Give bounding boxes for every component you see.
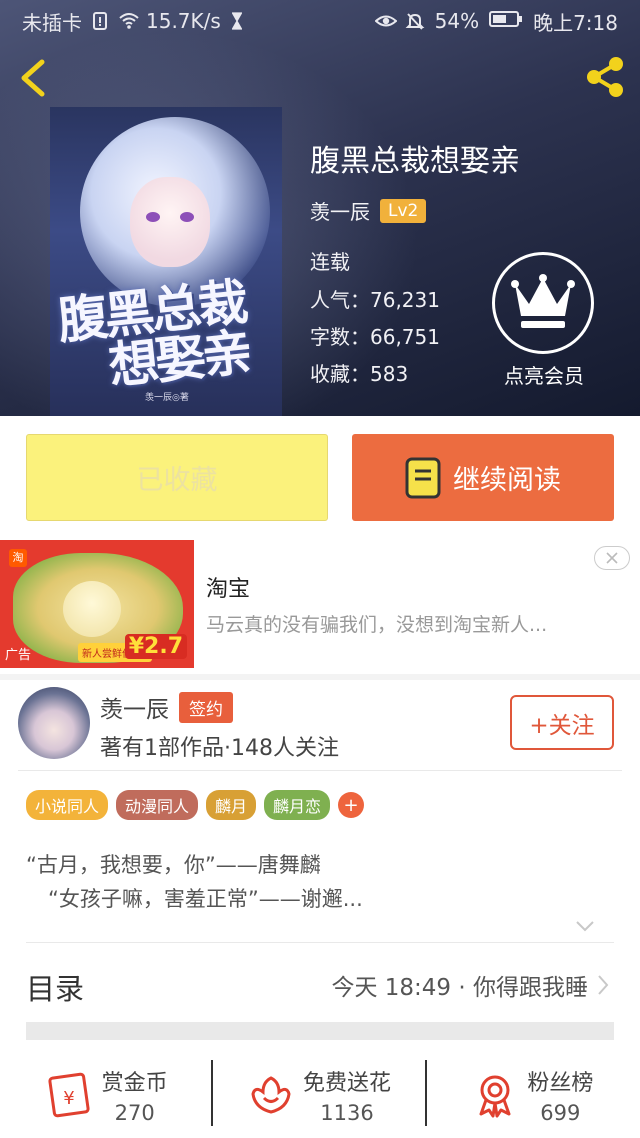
- flower-count: 1136: [320, 1101, 374, 1125]
- flower-icon: [251, 1076, 291, 1114]
- ad-price: ¥2.7: [124, 634, 187, 659]
- continue-reading-button[interactable]: 继续阅读: [352, 434, 614, 521]
- book-popularity: 人气：76,231: [310, 288, 440, 312]
- eye-icon: [374, 11, 398, 31]
- author-stats: 著有1部作品·148人关注: [100, 736, 339, 761]
- status-bar: 未插卡 15.7K/s 54% 晚上7:18: [0, 0, 640, 42]
- vip-ring: [492, 252, 594, 354]
- collected-label: 已收藏: [136, 465, 218, 496]
- share-icon: [587, 57, 623, 97]
- clock-time: 晚上7:18: [533, 10, 618, 35]
- book-title: 腹黑总裁想娶亲: [310, 144, 520, 179]
- reward-coins-button[interactable]: ¥ 赏金币 270: [0, 1052, 214, 1138]
- cover-author: 羡一辰◎著: [145, 393, 189, 403]
- synopsis-line-2: “女孩子嘛，害羞正常”——谢邂...: [48, 887, 363, 911]
- close-icon: [606, 552, 618, 564]
- battery-percent: 54%: [434, 9, 480, 33]
- book-header: 未插卡 15.7K/s 54% 晚上7:18 腹黑总裁 想娶亲 羡一辰◎著 腹黑…: [0, 0, 640, 416]
- ad-description: 马云真的没有骗我们，没想到淘宝新人...: [206, 614, 548, 636]
- chevron-right-icon: [598, 975, 609, 995]
- book-cover[interactable]: 腹黑总裁 想娶亲 羡一辰◎著: [50, 107, 282, 416]
- fan-rank-label: 粉丝榜: [527, 1071, 594, 1096]
- signed-badge: 签约: [179, 691, 233, 723]
- fan-ranking-button[interactable]: 粉丝榜 699: [427, 1052, 640, 1138]
- durian-flesh: [63, 581, 121, 637]
- chevron-left-icon: [21, 59, 45, 97]
- mute-bell-icon: [405, 11, 425, 31]
- ad-banner[interactable]: 淘 新人尝鲜价5斤 ¥2.7 广告 淘宝 马云真的没有骗我们，没想到淘宝新人..…: [0, 538, 640, 674]
- book-author-name[interactable]: 羡一辰: [310, 196, 370, 225]
- tag-list: 小说同人 动漫同人 麟月 麟月恋 +: [26, 790, 365, 820]
- ad-title: 淘宝: [206, 577, 251, 602]
- share-button[interactable]: [582, 54, 628, 100]
- tag-chip[interactable]: 小说同人: [26, 790, 109, 820]
- author-name[interactable]: 羡一辰: [100, 690, 169, 724]
- toc-title[interactable]: 目录: [26, 966, 84, 1008]
- taobao-mark-icon: 淘: [9, 549, 27, 567]
- fan-rank-count: 699: [540, 1101, 581, 1125]
- book-favorites: 收藏：583: [310, 362, 409, 386]
- network-speed: 15.7K/s: [146, 9, 221, 33]
- flower-label: 免费送花: [302, 1071, 391, 1096]
- continue-reading-label: 继续阅读: [453, 465, 561, 496]
- toc-latest-chapter[interactable]: 今天 18:49 · 你得跟我睡: [331, 968, 610, 1002]
- book-status: 连载: [310, 250, 350, 274]
- cover-title-art: 腹黑总裁 想娶亲: [55, 272, 282, 396]
- follow-button[interactable]: +关注: [510, 695, 614, 750]
- divider: [26, 942, 614, 943]
- synopsis-line-1: “古月，我想要，你”——唐舞麟: [26, 853, 321, 877]
- add-tag-button[interactable]: +: [338, 792, 365, 818]
- reward-label: 赏金币: [101, 1071, 168, 1096]
- author-info: 羡一辰 签约: [100, 690, 233, 724]
- book-word-count: 字数：66,751: [310, 325, 440, 349]
- sim-icon: [90, 11, 110, 31]
- book-synopsis[interactable]: “古月，我想要，你”——唐舞麟 “女孩子嘛，害羞正常”——谢邂...: [26, 848, 363, 916]
- svg-text:¥: ¥: [63, 1088, 74, 1109]
- divider: [18, 770, 622, 771]
- section-divider: [0, 674, 640, 680]
- coin-envelope-icon: ¥: [48, 1072, 90, 1118]
- back-button[interactable]: [14, 58, 54, 98]
- cover-eye-left: [146, 212, 160, 222]
- crown-icon: [511, 274, 575, 328]
- carrier-text: 未插卡: [22, 10, 82, 35]
- ad-image[interactable]: 淘 新人尝鲜价5斤 ¥2.7 广告: [0, 540, 194, 668]
- follow-label: +关注: [529, 712, 595, 739]
- tag-chip[interactable]: 麟月恋: [264, 790, 331, 820]
- tag-chip[interactable]: 麟月: [206, 790, 257, 820]
- vip-button[interactable]: 点亮会员: [492, 252, 596, 389]
- ad-close-button[interactable]: [594, 546, 630, 570]
- ad-tag: 广告: [5, 648, 32, 663]
- book-icon: [405, 457, 441, 498]
- cover-character-face: [130, 177, 210, 267]
- chevron-down-icon: [576, 921, 594, 932]
- bottom-action-bar: ¥ 赏金币 270 免费送花 1136 粉丝榜 699: [0, 1052, 640, 1138]
- section-divider: [26, 1022, 614, 1040]
- vip-label: 点亮会员: [504, 364, 584, 388]
- send-flower-button[interactable]: 免费送花 1136: [213, 1052, 427, 1138]
- hourglass-icon: [229, 11, 249, 31]
- wifi-icon: [118, 11, 139, 31]
- battery-icon: [489, 9, 523, 33]
- reward-count: 270: [114, 1101, 155, 1125]
- expand-button[interactable]: [574, 915, 596, 937]
- author-level-badge: Lv2: [380, 198, 427, 223]
- book-author-line: 羡一辰 Lv2: [310, 196, 427, 225]
- avatar[interactable]: [18, 687, 90, 759]
- collected-button[interactable]: 已收藏: [26, 434, 328, 521]
- cover-eye-right: [180, 212, 194, 222]
- latest-chapter-text: 今天 18:49 · 你得跟我睡: [331, 975, 588, 1001]
- medal-icon: [479, 1075, 511, 1118]
- tag-chip[interactable]: 动漫同人: [116, 790, 199, 820]
